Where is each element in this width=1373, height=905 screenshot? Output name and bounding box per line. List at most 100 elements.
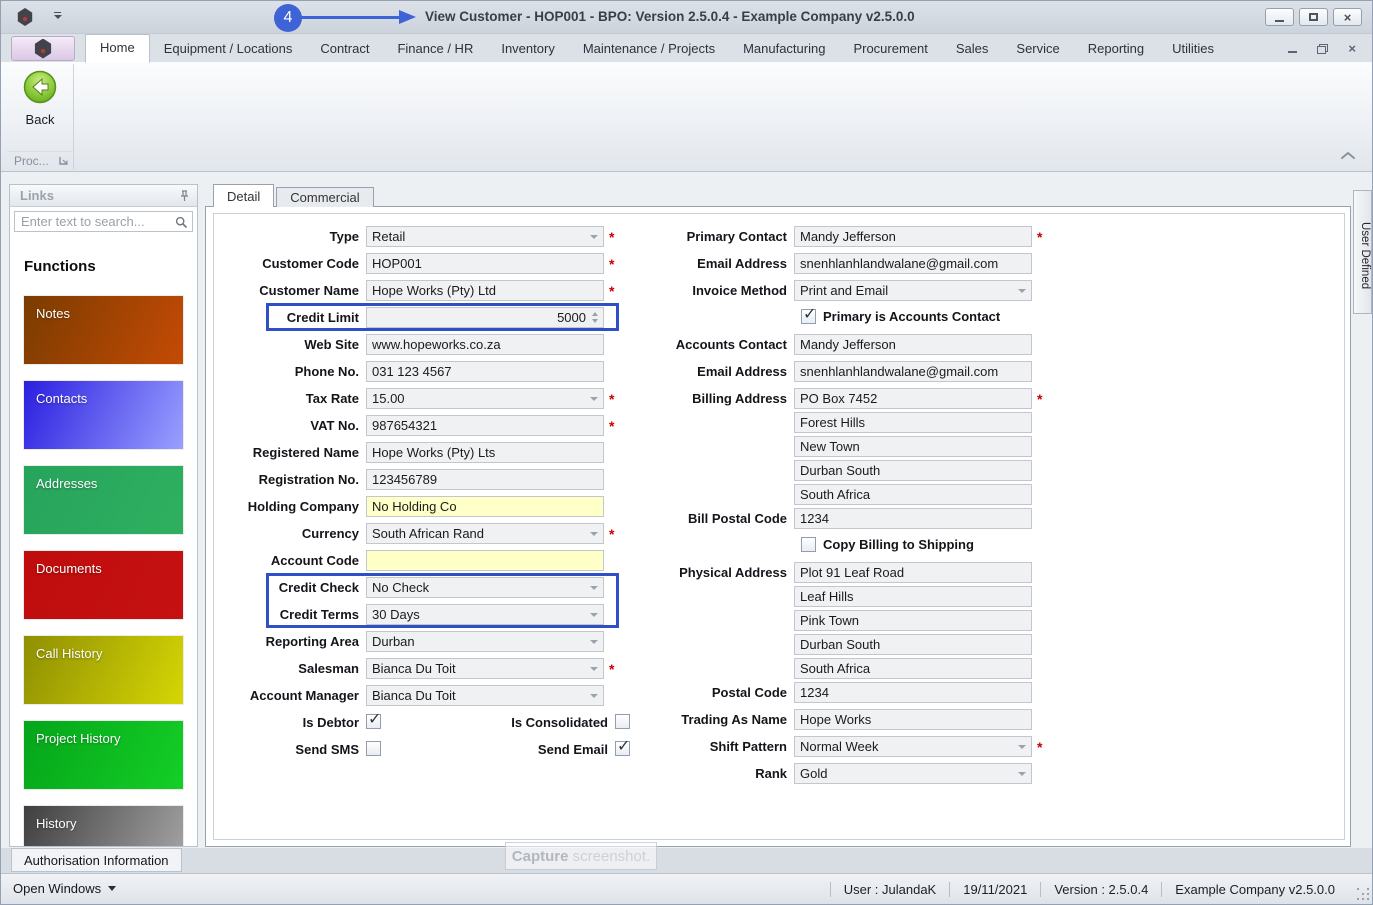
function-button-contacts[interactable]: Contacts bbox=[23, 380, 184, 450]
tab-detail[interactable]: Detail bbox=[213, 184, 274, 207]
ribbon-tab-maintenance-projects[interactable]: Maintenance / Projects bbox=[569, 36, 729, 62]
send-email-checkbox[interactable] bbox=[615, 741, 630, 756]
mdi-close-icon[interactable]: × bbox=[1348, 42, 1356, 55]
ribbon-tab-inventory[interactable]: Inventory bbox=[487, 36, 568, 62]
search-input[interactable] bbox=[15, 212, 192, 231]
close-button[interactable]: × bbox=[1333, 8, 1362, 26]
dropdown-arrow-icon[interactable] bbox=[590, 694, 598, 702]
ribbon-tab-equipment-locations[interactable]: Equipment / Locations bbox=[150, 36, 307, 62]
form-row: Credit CheckNo Check bbox=[218, 577, 638, 598]
physical-address-line-3-input[interactable]: Pink Town bbox=[794, 610, 1032, 631]
mdi-minimize-icon[interactable] bbox=[1288, 51, 1297, 53]
ribbon-tab-sales[interactable]: Sales bbox=[942, 36, 1003, 62]
function-button-notes[interactable]: Notes bbox=[23, 295, 184, 365]
salesman-dropdown[interactable]: Bianca Du Toit bbox=[366, 658, 604, 679]
function-button-call-history[interactable]: Call History bbox=[23, 635, 184, 705]
search-icon[interactable] bbox=[175, 216, 188, 229]
dropdown-arrow-icon[interactable] bbox=[590, 235, 598, 243]
function-button-addresses[interactable]: Addresses bbox=[23, 465, 184, 535]
ribbon-tab-contract[interactable]: Contract bbox=[306, 36, 383, 62]
credit-terms-dropdown[interactable]: 30 Days bbox=[366, 604, 604, 625]
group-dialog-launcher-icon[interactable] bbox=[59, 156, 68, 165]
dropdown-arrow-icon[interactable] bbox=[1018, 772, 1026, 780]
shift-pattern-dropdown[interactable]: Normal Week bbox=[794, 736, 1032, 757]
postal-code-input[interactable]: 1234 bbox=[794, 682, 1032, 703]
tax-rate-dropdown[interactable]: 15.00 bbox=[366, 388, 604, 409]
physical-address-line-2-input[interactable]: Leaf Hills bbox=[794, 586, 1032, 607]
dropdown-arrow-icon[interactable] bbox=[590, 532, 598, 540]
function-button-documents[interactable]: Documents bbox=[23, 550, 184, 620]
dropdown-arrow-icon[interactable] bbox=[590, 640, 598, 648]
minimize-button[interactable] bbox=[1265, 8, 1294, 26]
collapse-ribbon-icon[interactable] bbox=[1338, 149, 1358, 167]
spinner-buttons[interactable] bbox=[592, 312, 598, 323]
billing-address-line-4-input[interactable]: Durban South bbox=[794, 460, 1032, 481]
back-button[interactable]: Back bbox=[16, 69, 64, 127]
type-dropdown[interactable]: Retail bbox=[366, 226, 604, 247]
tab-commercial[interactable]: Commercial bbox=[276, 187, 373, 207]
dropdown-arrow-icon[interactable] bbox=[590, 613, 598, 621]
ribbon-tab-utilities[interactable]: Utilities bbox=[1158, 36, 1228, 62]
ribbon-tab-manufacturing[interactable]: Manufacturing bbox=[729, 36, 839, 62]
accounts-contact-input[interactable]: Mandy Jefferson bbox=[794, 334, 1032, 355]
ribbon-tab-service[interactable]: Service bbox=[1002, 36, 1073, 62]
currency-dropdown[interactable]: South African Rand bbox=[366, 523, 604, 544]
billing-address-line-1-input[interactable]: PO Box 7452 bbox=[794, 388, 1032, 409]
dropdown-arrow-icon[interactable] bbox=[1018, 745, 1026, 753]
credit-check-dropdown[interactable]: No Check bbox=[366, 577, 604, 598]
credit-limit-spinner[interactable]: 5000 bbox=[366, 307, 604, 328]
phone-no-input[interactable]: 031 123 4567 bbox=[366, 361, 604, 382]
dropdown-arrow-icon[interactable] bbox=[1018, 289, 1026, 297]
dropdown-arrow-icon[interactable] bbox=[590, 667, 598, 675]
ribbon-tab-procurement[interactable]: Procurement bbox=[839, 36, 941, 62]
function-button-project-history[interactable]: Project History bbox=[23, 720, 184, 790]
function-button-label: Contacts bbox=[36, 391, 87, 406]
reporting-area-dropdown[interactable]: Durban bbox=[366, 631, 604, 652]
application-menu-button[interactable] bbox=[11, 36, 75, 61]
is-debtor-checkbox[interactable] bbox=[366, 714, 381, 729]
account-code-input[interactable] bbox=[366, 550, 604, 571]
bill-postal-code-input[interactable]: 1234 bbox=[794, 508, 1032, 529]
registered-name-input[interactable]: Hope Works (Pty) Lts bbox=[366, 442, 604, 463]
copy-billing-to-shipping-checkbox[interactable] bbox=[801, 537, 816, 552]
credit-terms-label: Credit Terms bbox=[218, 604, 366, 625]
form-row: Shift PatternNormal Week* bbox=[662, 736, 1074, 757]
ribbon-group-caption: Proc... bbox=[14, 154, 49, 168]
function-button-history[interactable]: History bbox=[23, 805, 184, 847]
customer-name-input[interactable]: Hope Works (Pty) Ltd bbox=[366, 280, 604, 301]
vat-no-input[interactable]: 987654321 bbox=[366, 415, 604, 436]
web-site-input[interactable]: www.hopeworks.co.za bbox=[366, 334, 604, 355]
invoice-method-dropdown[interactable]: Print and Email bbox=[794, 280, 1032, 301]
customer-code-input[interactable]: HOP001 bbox=[366, 253, 604, 274]
primary-email-address-input[interactable]: snenhlanhlandwalane@gmail.com bbox=[794, 253, 1032, 274]
ribbon-tab-finance-hr[interactable]: Finance / HR bbox=[383, 36, 487, 62]
resize-grip[interactable] bbox=[1357, 888, 1369, 900]
dropdown-arrow-icon[interactable] bbox=[590, 397, 598, 405]
mdi-restore-icon[interactable] bbox=[1317, 44, 1328, 54]
account-manager-dropdown[interactable]: Bianca Du Toit bbox=[366, 685, 604, 706]
maximize-button[interactable] bbox=[1299, 8, 1328, 26]
trading-as-name-input[interactable]: Hope Works bbox=[794, 709, 1032, 730]
billing-address-line-3-input[interactable]: New Town bbox=[794, 436, 1032, 457]
pin-icon[interactable] bbox=[179, 190, 190, 202]
quick-access-dropdown-icon[interactable] bbox=[53, 12, 62, 23]
rank-dropdown[interactable]: Gold bbox=[794, 763, 1032, 784]
accounts-email-address-input[interactable]: snenhlanhlandwalane@gmail.com bbox=[794, 361, 1032, 382]
ribbon-tab-home[interactable]: Home bbox=[85, 34, 150, 63]
is-consolidated-checkbox[interactable] bbox=[615, 714, 630, 729]
send-sms-checkbox[interactable] bbox=[366, 741, 381, 756]
primary-contact-input[interactable]: Mandy Jefferson bbox=[794, 226, 1032, 247]
open-windows-button[interactable]: Open Windows bbox=[13, 881, 116, 896]
billing-address-line-5-input[interactable]: South Africa bbox=[794, 484, 1032, 505]
billing-address-line-2-input[interactable]: Forest Hills bbox=[794, 412, 1032, 433]
registration-no-input[interactable]: 123456789 bbox=[366, 469, 604, 490]
ribbon-tab-reporting[interactable]: Reporting bbox=[1074, 36, 1158, 62]
tab-authorisation-information[interactable]: Authorisation Information bbox=[11, 848, 182, 872]
physical-address-line-5-input[interactable]: South Africa bbox=[794, 658, 1032, 679]
physical-address-line-4-input[interactable]: Durban South bbox=[794, 634, 1032, 655]
tab-user-defined[interactable]: User Defined bbox=[1353, 190, 1372, 314]
dropdown-arrow-icon[interactable] bbox=[590, 586, 598, 594]
holding-company-input[interactable]: No Holding Co bbox=[366, 496, 604, 517]
primary-is-accounts-contact-checkbox[interactable] bbox=[801, 309, 816, 324]
physical-address-line-1-input[interactable]: Plot 91 Leaf Road bbox=[794, 562, 1032, 583]
